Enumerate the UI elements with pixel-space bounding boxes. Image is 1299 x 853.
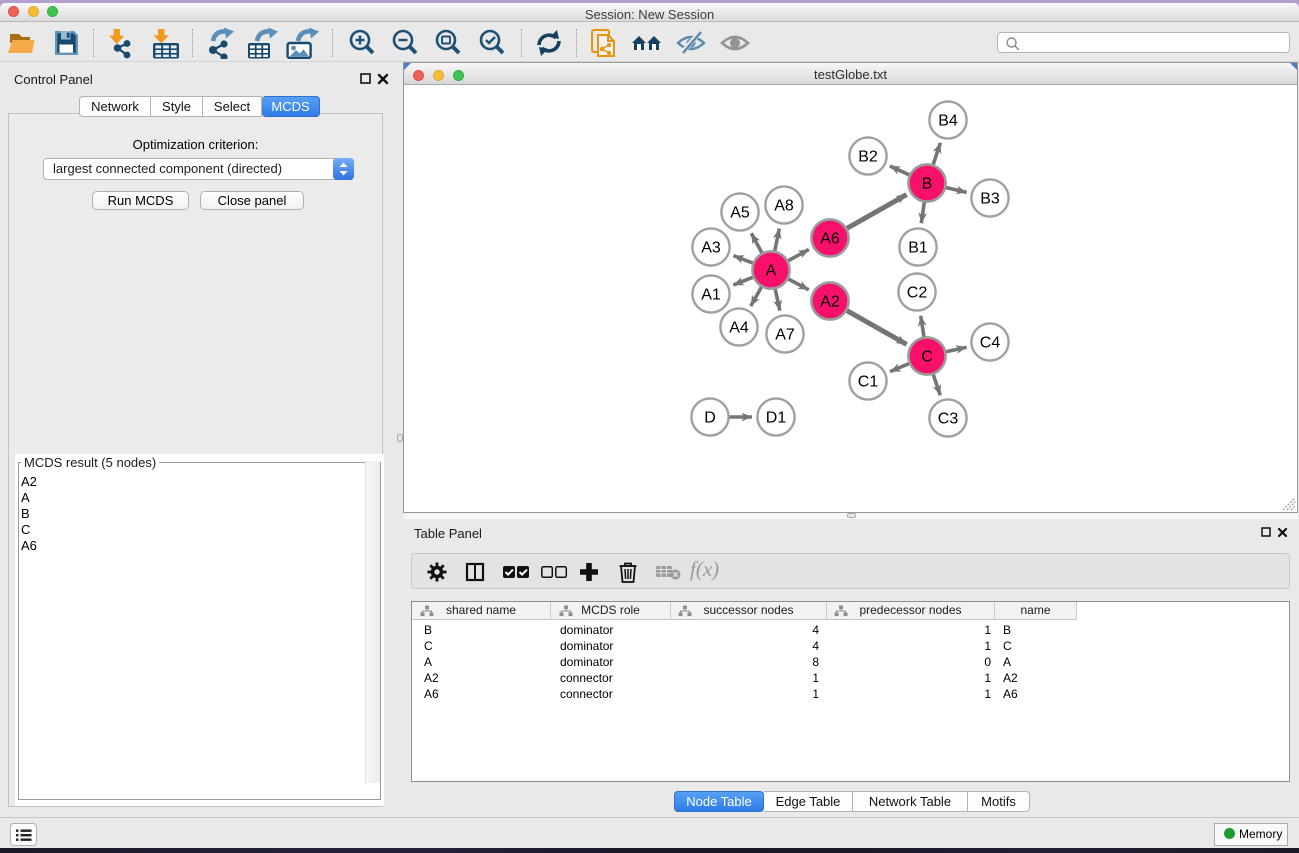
svg-text:C1: C1 [858, 374, 879, 391]
svg-text:C: C [921, 349, 933, 366]
svg-text:B4: B4 [938, 113, 958, 130]
svg-text:D1: D1 [766, 410, 787, 427]
svg-text:C3: C3 [938, 411, 959, 428]
svg-text:C2: C2 [907, 285, 928, 302]
svg-text:A7: A7 [775, 327, 795, 344]
svg-text:D: D [704, 410, 716, 427]
svg-text:A8: A8 [774, 198, 794, 215]
svg-text:B: B [922, 176, 933, 193]
svg-text:A3: A3 [701, 240, 721, 257]
svg-text:A4: A4 [729, 320, 749, 337]
svg-text:A: A [766, 263, 777, 280]
svg-text:A6: A6 [820, 231, 840, 248]
svg-text:B1: B1 [908, 240, 928, 257]
svg-text:B3: B3 [980, 191, 1000, 208]
svg-text:C4: C4 [980, 335, 1001, 352]
svg-text:A2: A2 [820, 294, 840, 311]
svg-text:A1: A1 [701, 287, 721, 304]
svg-text:A5: A5 [730, 205, 750, 222]
svg-text:B2: B2 [858, 149, 878, 166]
